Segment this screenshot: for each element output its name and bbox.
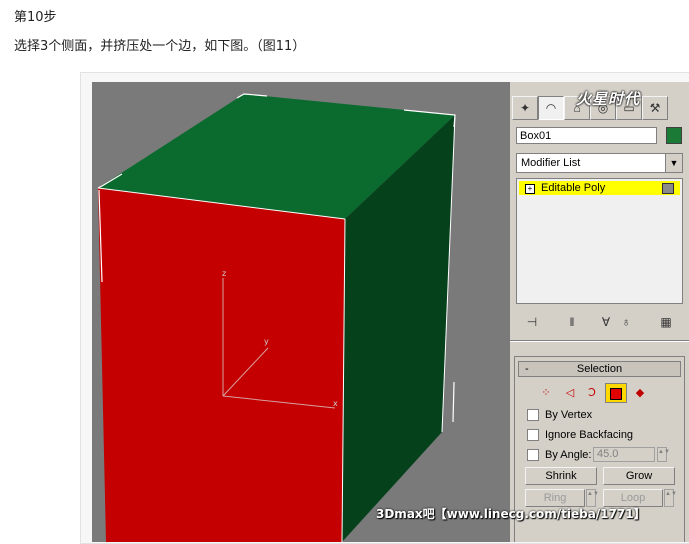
- modifier-stack: + Editable Poly: [516, 178, 683, 304]
- remove-modifier-icon[interactable]: ♁: [616, 312, 636, 332]
- axis-z-label: z: [222, 269, 226, 278]
- stack-item-label: Editable Poly: [541, 182, 606, 194]
- element-icon[interactable]: ◆: [629, 383, 651, 403]
- box-front-face[interactable]: [98, 188, 345, 542]
- by-angle-checkbox[interactable]: [527, 449, 539, 462]
- ignore-backfacing-label: Ignore Backfacing: [545, 429, 634, 441]
- selection-rollout-header[interactable]: - Selection: [518, 361, 681, 377]
- by-angle-label: By Angle:: [545, 449, 592, 461]
- watermark-text: 3Dmax吧【www.linecg.com/tieba/1771】: [376, 507, 646, 521]
- stack-toolbar: ⊣ ‖ ∀ ♁ ▦: [516, 312, 683, 334]
- loop-spinner-icon[interactable]: ▲▼: [664, 489, 677, 507]
- expand-icon[interactable]: +: [525, 184, 535, 194]
- viewport-canvas: z y x: [97, 93, 456, 542]
- ignore-backfacing-option[interactable]: Ignore Backfacing: [527, 427, 633, 443]
- by-vertex-option[interactable]: By Vertex: [527, 407, 592, 423]
- create-tab-icon[interactable]: ✦: [512, 96, 538, 120]
- stack-item-editable-poly[interactable]: + Editable Poly: [519, 181, 680, 195]
- pin-stack-icon[interactable]: ⊣: [522, 312, 542, 332]
- collapse-icon[interactable]: -: [525, 362, 529, 376]
- utilities-tab-icon[interactable]: ⚒: [642, 96, 668, 120]
- vertex-icon[interactable]: ⁘: [535, 383, 557, 403]
- show-end-result-icon[interactable]: ‖: [562, 312, 582, 332]
- grow-button[interactable]: Grow: [603, 467, 675, 485]
- polygon-icon[interactable]: [605, 383, 627, 403]
- ignore-backfacing-checkbox[interactable]: [527, 429, 539, 442]
- stack-item-swatch: [662, 183, 674, 194]
- axis-x-label: x: [333, 399, 338, 408]
- shrink-button[interactable]: Shrink: [525, 467, 597, 485]
- border-icon[interactable]: Ↄ: [581, 383, 603, 403]
- modifier-list-label: Modifier List: [521, 157, 581, 169]
- selection-rollout-title: Selection: [576, 363, 623, 375]
- object-name-field[interactable]: Box01: [516, 127, 657, 144]
- axis-y-label: y: [264, 337, 269, 346]
- logo: 火星时代: [576, 91, 641, 108]
- perspective-viewport[interactable]: z y x: [92, 82, 510, 542]
- edge-icon[interactable]: ◁: [559, 383, 581, 403]
- chevron-down-icon[interactable]: ▼: [665, 154, 682, 172]
- selection-bracket-right-edge: [452, 381, 455, 423]
- by-angle-spinner-arrows[interactable]: ▲▼: [657, 447, 670, 462]
- by-angle-spinner[interactable]: 45.0: [593, 447, 655, 462]
- by-vertex-label: By Vertex: [545, 409, 593, 421]
- object-color-swatch[interactable]: [666, 127, 682, 144]
- divider-highlight: [510, 341, 689, 342]
- modify-tab-icon[interactable]: ◠: [538, 96, 564, 120]
- configure-modifier-sets-icon[interactable]: ▦: [656, 312, 676, 332]
- command-panel: ✦ ◠ ⌂ ◎ ▭ ⚒ 火星时代 Box01 Modifier List ▼ +…: [510, 82, 689, 542]
- by-angle-option[interactable]: By Angle:: [527, 447, 591, 463]
- modifier-list-dropdown[interactable]: Modifier List ▼: [516, 153, 683, 173]
- by-vertex-checkbox[interactable]: [527, 409, 539, 422]
- make-unique-icon[interactable]: ∀: [596, 312, 616, 332]
- step-description: 选择3个侧面，并挤压处一个边，如下图。（图11）: [14, 39, 306, 54]
- step-heading: 第10步: [14, 10, 57, 25]
